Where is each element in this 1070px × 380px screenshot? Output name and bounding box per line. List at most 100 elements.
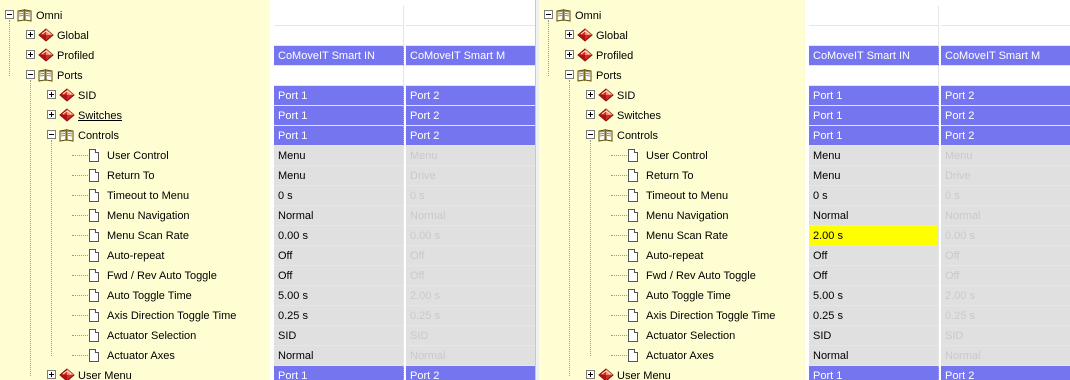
value-cell-col2[interactable]: 0.25 s <box>406 306 535 326</box>
value-cell-col1[interactable] <box>274 26 404 46</box>
tree-row-auto-repeat[interactable]: Auto-repeat Off Off <box>0 246 535 266</box>
tree-row-ports[interactable]: Ports <box>0 66 535 86</box>
value-cell-col1[interactable] <box>809 26 939 46</box>
collapse-minus-icon[interactable] <box>26 70 35 79</box>
value-cell-col2[interactable]: Normal <box>941 346 1070 366</box>
value-cell-col1[interactable] <box>274 66 404 86</box>
value-cell-col2[interactable]: Off <box>406 266 535 286</box>
value-cell-col2[interactable]: Port 2 <box>406 366 535 380</box>
collapse-minus-icon[interactable] <box>565 70 574 79</box>
tree-row-menu-navigation[interactable]: Menu Navigation Normal Normal <box>539 206 1070 226</box>
collapse-minus-icon[interactable] <box>5 10 14 19</box>
value-cell-col1[interactable]: Normal <box>274 346 404 366</box>
value-cell-col1[interactable]: CoMoveIT Smart IN <box>809 46 939 66</box>
value-cell-col1[interactable]: Normal <box>809 346 939 366</box>
value-cell-col2[interactable]: Normal <box>406 206 535 226</box>
value-cell-col1[interactable]: 0.25 s <box>274 306 404 326</box>
value-cell-col2[interactable] <box>406 6 535 26</box>
value-cell-col2[interactable]: SID <box>406 326 535 346</box>
expand-plus-icon[interactable] <box>586 110 595 119</box>
value-cell-col2[interactable]: Drive <box>406 166 535 186</box>
tree-row-return-to[interactable]: Return To Menu Drive <box>0 166 535 186</box>
value-cell-col2[interactable]: SID <box>941 326 1070 346</box>
tree-row-actuator-selection[interactable]: Actuator Selection SID SID <box>539 326 1070 346</box>
value-cell-col2[interactable] <box>941 6 1070 26</box>
value-cell-col1[interactable]: 5.00 s <box>809 286 939 306</box>
expand-plus-icon[interactable] <box>47 370 56 379</box>
value-cell-col1[interactable]: Port 1 <box>809 366 939 380</box>
value-cell-col2[interactable]: 0.00 s <box>406 226 535 246</box>
value-cell-col1[interactable]: SID <box>809 326 939 346</box>
tree-row-timeout-to-menu[interactable]: Timeout to Menu 0 s0 s <box>539 186 1070 206</box>
value-cell-col2[interactable]: Off <box>406 246 535 266</box>
tree-row-fwd-rev-auto-toggle[interactable]: Fwd / Rev Auto Toggle Off Off <box>539 266 1070 286</box>
value-cell-col1[interactable] <box>274 6 404 26</box>
value-cell-col2[interactable] <box>941 66 1070 86</box>
value-cell-col1[interactable] <box>809 6 939 26</box>
value-cell-col1[interactable]: Menu <box>809 146 939 166</box>
expand-plus-icon[interactable] <box>26 30 35 39</box>
tree-row-timeout-to-menu[interactable]: Timeout to Menu 0 s0 s <box>0 186 535 206</box>
tree-row-axis-direction-toggle-time[interactable]: Axis Direction Toggle Time 0.25 s 0.25 s <box>539 306 1070 326</box>
tree-row-menu-scan-rate[interactable]: Menu Scan Rate 0.00 s 0.00 s <box>0 226 535 246</box>
value-cell-col1[interactable]: Normal <box>274 206 404 226</box>
value-cell-col2[interactable]: Menu <box>941 146 1070 166</box>
tree-row-omni[interactable]: Omni <box>539 6 1070 26</box>
value-cell-col2[interactable]: Normal <box>406 346 535 366</box>
value-cell-col1[interactable]: Port 1 <box>274 86 404 106</box>
value-cell-col1[interactable]: Off <box>274 266 404 286</box>
tree-row-auto-toggle-time[interactable]: Auto Toggle Time 5.00 s 2.00 s <box>539 286 1070 306</box>
tree-row-controls[interactable]: Controls Port 1 Port 2 <box>539 126 1070 146</box>
tree-row-switches[interactable]: Switches Port 1 Port 2 <box>539 106 1070 126</box>
value-cell-col2[interactable]: Drive <box>941 166 1070 186</box>
value-cell-col1[interactable]: Port 1 <box>274 366 404 380</box>
value-cell-col1[interactable]: 5.00 s <box>274 286 404 306</box>
value-cell-col1[interactable]: Port 1 <box>809 86 939 106</box>
collapse-minus-icon[interactable] <box>544 10 553 19</box>
tree-row-switches[interactable]: Switches Port 1 Port 2 <box>0 106 535 126</box>
tree-row-auto-toggle-time[interactable]: Auto Toggle Time 5.00 s 2.00 s <box>0 286 535 306</box>
value-cell-col1[interactable]: SID <box>274 326 404 346</box>
value-cell-col2[interactable] <box>406 66 535 86</box>
value-cell-col1[interactable]: Normal <box>809 206 939 226</box>
value-cell-col2[interactable]: Port 2 <box>406 86 535 106</box>
value-cell-col1[interactable]: Menu <box>274 166 404 186</box>
value-cell-col2[interactable]: Off <box>941 246 1070 266</box>
tree-row-actuator-selection[interactable]: Actuator Selection SID SID <box>0 326 535 346</box>
value-cell-col2[interactable]: Port 2 <box>941 126 1070 146</box>
value-cell-col2[interactable]: 0.00 s <box>941 226 1070 246</box>
value-cell-col2[interactable]: Port 2 <box>406 106 535 126</box>
value-cell-col2[interactable]: Off <box>941 266 1070 286</box>
collapse-minus-icon[interactable] <box>47 130 56 139</box>
value-cell-col1[interactable]: 0.25 s <box>809 306 939 326</box>
value-cell-col1[interactable]: Menu <box>274 146 404 166</box>
tree-row-user-control[interactable]: User Control Menu Menu <box>0 146 535 166</box>
value-cell-col2[interactable]: Port 2 <box>941 106 1070 126</box>
value-cell-col1[interactable]: 0.00 s <box>274 226 404 246</box>
tree-row-sid[interactable]: SID Port 1 Port 2 <box>539 86 1070 106</box>
value-cell-col2[interactable] <box>406 26 535 46</box>
value-cell-col1[interactable] <box>809 66 939 86</box>
value-cell-col1[interactable]: 0 s <box>274 186 404 206</box>
tree-row-omni[interactable]: Omni <box>0 6 535 26</box>
value-cell-col2[interactable]: 0 s <box>941 186 1070 206</box>
value-cell-col2[interactable]: Menu <box>406 146 535 166</box>
tree-row-profiled[interactable]: Profiled CoMoveIT Smart IN CoMoveIT Smart … <box>0 46 535 66</box>
expand-plus-icon[interactable] <box>47 90 56 99</box>
tree-row-profiled[interactable]: Profiled CoMoveIT Smart IN CoMoveIT Smart … <box>539 46 1070 66</box>
tree-row-global[interactable]: Global <box>539 26 1070 46</box>
value-cell-col2[interactable]: Port 2 <box>941 86 1070 106</box>
tree-row-return-to[interactable]: Return To Menu Drive <box>539 166 1070 186</box>
expand-plus-icon[interactable] <box>586 370 595 379</box>
value-cell-col2[interactable]: 0.25 s <box>941 306 1070 326</box>
value-cell-col2[interactable]: Port 2 <box>406 126 535 146</box>
expand-plus-icon[interactable] <box>586 90 595 99</box>
tree-row-actuator-axes[interactable]: Actuator Axes Normal Normal <box>539 346 1070 366</box>
tree-row-user-menu[interactable]: User Menu Port 1 Port 2 <box>539 366 1070 380</box>
value-cell-col2[interactable] <box>941 26 1070 46</box>
value-cell-col1[interactable]: Port 1 <box>809 126 939 146</box>
tree-row-controls[interactable]: Controls Port 1 Port 2 <box>0 126 535 146</box>
tree-row-menu-navigation[interactable]: Menu Navigation Normal Normal <box>0 206 535 226</box>
expand-plus-icon[interactable] <box>565 50 574 59</box>
value-cell-col2[interactable]: Normal <box>941 206 1070 226</box>
